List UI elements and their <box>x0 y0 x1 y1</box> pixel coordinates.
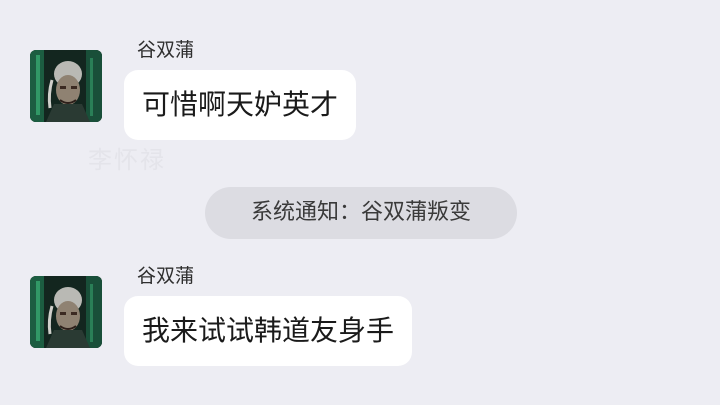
message-bubble[interactable]: 我来试试韩道友身手 <box>124 296 413 366</box>
chat-view: 李怀禄 谷双蒲 可惜啊天妒英才 系统通知：谷双蒲叛变 谷双蒲 我来试试韩道友身手 <box>0 0 720 405</box>
sender-name: 谷双蒲 <box>137 39 195 61</box>
system-notice: 系统通知：谷双蒲叛变 <box>205 187 517 239</box>
watermark-text: 李怀禄 <box>88 146 166 174</box>
avatar[interactable] <box>30 276 102 348</box>
avatar-portrait-icon <box>30 50 102 122</box>
avatar-portrait-icon <box>30 276 102 348</box>
message-bubble[interactable]: 可惜啊天妒英才 <box>124 70 357 140</box>
avatar[interactable] <box>30 50 102 122</box>
sender-name: 谷双蒲 <box>137 265 195 287</box>
